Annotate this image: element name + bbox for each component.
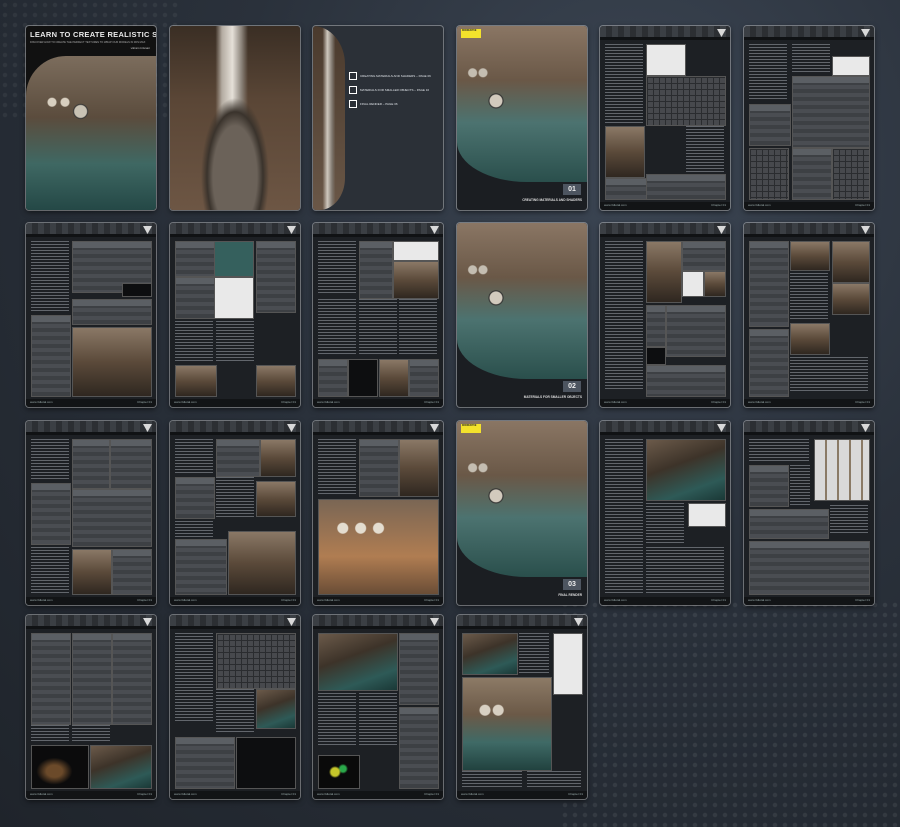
page-interior[interactable]: www.3dtotal.com Chapter 01 [26,223,156,407]
chapter-title: FINAL RENDER [558,593,582,597]
page-photo-lever[interactable] [170,26,300,210]
chapter-title: MATERIALS FOR SMALLER OBJECTS [523,395,582,399]
page-interior[interactable]: www.3dtotal.com Chapter 01 [170,223,300,407]
page-chapter-03[interactable]: 3DCREATIVE 03 FINAL RENDER [457,421,587,605]
chapter-artwork [457,223,587,379]
page-interior[interactable]: www.3dtotal.com Chapter 01 [600,223,730,407]
page-interior[interactable]: www.3dtotal.com Chapter 01 [600,26,730,210]
page-interior[interactable]: www.3dtotal.com Chapter 01 [313,421,443,605]
page-interior[interactable]: www.3dtotal.com Chapter 01 [26,615,156,799]
cover-author: vikram krisnan [130,46,150,50]
page-interior[interactable]: www.3dtotal.com Chapter 01 [744,223,874,407]
chapter-number: 01 [563,184,581,195]
contents-item[interactable]: CREATING MATERIALS AND SHADERS – PAGE 06 [349,72,431,80]
chapter-number: 03 [563,579,581,590]
page-chapter-02[interactable]: 02 MATERIALS FOR SMALLER OBJECTS [457,223,587,407]
page-contents[interactable]: CREATING MATERIALS AND SHADERS – PAGE 06… [313,26,443,210]
page-interior[interactable]: www.3dtotal.com Chapter 01 [313,615,443,799]
background-dot-pattern [560,600,900,827]
magazine-badge: 3DCREATIVE [461,29,481,38]
cover-artwork [26,56,156,210]
page-interior[interactable]: www.3dtotal.com Chapter 01 [600,421,730,605]
page-interior[interactable]: www.3dtotal.com Chapter 01 [744,421,874,605]
chapter-artwork [457,421,587,577]
chapter-number: 02 [563,381,581,392]
page-interior[interactable]: www.3dtotal.com Chapter 01 [457,615,587,799]
page-interior[interactable]: www.3dtotal.com Chapter 01 [26,421,156,605]
cover-title: LEARN TO CREATE REALISTIC SHADERS [30,30,156,39]
chapter-artwork [457,26,587,182]
cover-subtitle: DISCOVER HOW TO CREATE THE PERFECT TEXTU… [30,41,146,44]
page-interior[interactable]: www.3dtotal.com Chapter 01 [170,615,300,799]
page-interior[interactable]: www.3dtotal.com Chapter 01 [744,26,874,210]
page-chapter-01[interactable]: 3DCREATIVE 01 CREATING MATERIALS AND SHA… [457,26,587,210]
page-cover[interactable]: LEARN TO CREATE REALISTIC SHADERS DISCOV… [26,26,156,210]
contents-item[interactable]: MATERIALS FOR SMALLER OBJECTS – PAGE 16 [349,86,429,94]
contents-item[interactable]: FINAL RENDER – PAGE 36 [349,100,398,108]
page-interior[interactable]: www.3dtotal.com Chapter 01 [313,223,443,407]
contents-photo [313,26,345,210]
magazine-badge: 3DCREATIVE [461,424,481,433]
chapter-title: CREATING MATERIALS AND SHADERS [522,198,582,202]
page-interior[interactable]: www.3dtotal.com Chapter 01 [170,421,300,605]
